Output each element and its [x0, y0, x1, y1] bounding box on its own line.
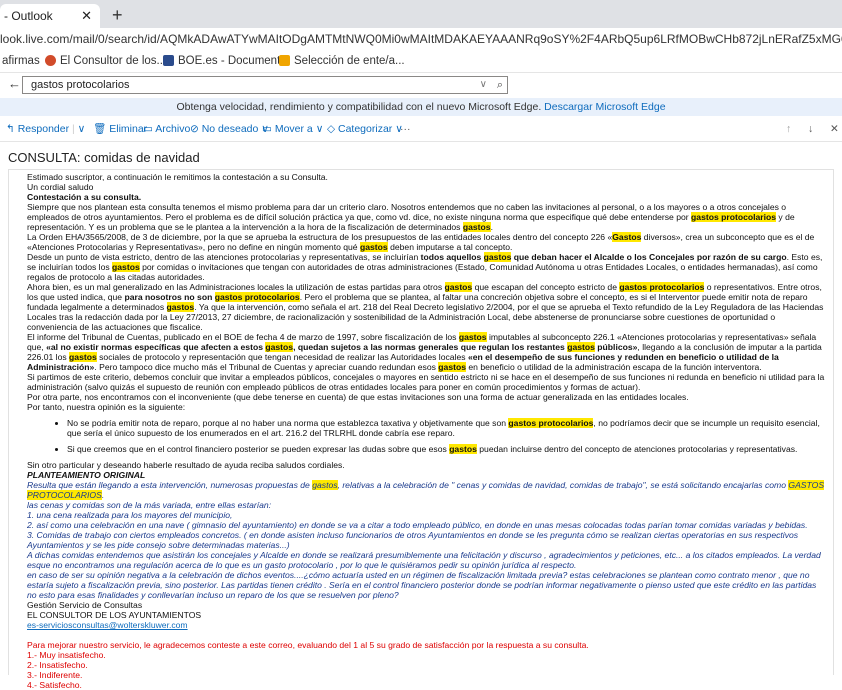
new-tab-button[interactable]: + [112, 4, 123, 26]
categorize-label: Categorizar [338, 123, 393, 135]
junk-label: No deseado [201, 123, 259, 135]
browser-tab-bar: - Outlook ✕ + [0, 0, 842, 28]
close-tab-icon[interactable]: ✕ [81, 4, 92, 28]
message-toolbar: ↰ Responder | ∨ 🗑 Eliminar ▭ Archivo ⊘ N… [0, 117, 842, 142]
categorize-button[interactable]: ◇ Categorizar ∨ [327, 117, 403, 141]
owa-search-row: ← gastos protocolarios ∨ ⌕ [0, 73, 842, 97]
greeting: Estimado suscriptor, a continuación le r… [27, 172, 328, 182]
search-value: gastos protocolarios [31, 79, 130, 91]
delete-label: Eliminar [109, 123, 148, 135]
bookmark-label: El Consultor de los... [60, 55, 167, 67]
rating-option: 2.- Insatisfecho. [27, 660, 88, 670]
paragraph-3: Desde un punto de vista estricto, dentro… [27, 252, 823, 282]
browser-tab[interactable]: - Outlook ✕ [0, 4, 100, 28]
bookmark-consultor[interactable]: El Consultor de los... [45, 50, 166, 72]
signature-email-link[interactable]: es-serviciosconsultas@wolterskluwer.com [27, 620, 827, 630]
paragraph-7: Por otra parte, nos encontramos con el i… [27, 392, 689, 402]
boe-icon [163, 55, 174, 67]
signature-line-1: Gestión Servicio de Consultas [27, 600, 143, 610]
paragraph-2: La Orden EHA/3565/2008, de 3 de diciembr… [27, 232, 815, 252]
folder-icon [279, 55, 290, 67]
bookmark-label: Selección de ente/a... [294, 55, 405, 67]
paragraph-8: Por tanto, nuestra opinión es la siguien… [27, 402, 186, 412]
list-item: Si que creemos que en el control financi… [67, 444, 827, 454]
rating-option: 4.- Satisfecho. [27, 680, 82, 690]
original-heading: PLANTEAMIENTO ORIGINAL [27, 470, 146, 480]
junk-button[interactable]: ⊘ No deseado ∨ [190, 117, 269, 141]
list-item: No se podría emitir nota de reparo, porq… [67, 418, 827, 438]
consultor-icon [45, 55, 56, 67]
reply-label: Responder [17, 123, 70, 135]
bookmark-seleccion[interactable]: Selección de ente/a... [279, 50, 405, 72]
paragraph-1: Siempre que nos plantean esta consulta t… [27, 202, 795, 232]
move-label: Mover a [274, 123, 313, 135]
chevron-down-icon[interactable]: ∨ [480, 77, 487, 93]
survey-text: Para mejorar nuestro servicio, le agrade… [27, 640, 589, 650]
arrow-up-icon[interactable]: ↑ [786, 117, 791, 141]
paragraph-5: El informe del Tribunal de Cuentas, publ… [27, 332, 822, 372]
arrow-down-icon[interactable]: ↓ [808, 117, 813, 141]
edge-banner: Obtenga velocidad, rendimiento y compati… [0, 98, 842, 116]
download-edge-link[interactable]: Descargar Microsoft Edge [544, 101, 665, 113]
reply-button[interactable]: ↰ Responder | ∨ [6, 117, 85, 141]
bookmark-label: BOE.es - Document... [178, 55, 290, 67]
rating-option: 3.- Indiferente. [27, 670, 83, 680]
banner-text: Obtenga velocidad, rendimiento y compati… [176, 101, 542, 113]
salute: Un cordial saludo [27, 182, 94, 192]
email-body: Estimado suscriptor, a continuación le r… [27, 172, 827, 690]
move-to-button[interactable]: ▭ Mover a ∨ [262, 117, 323, 141]
bookmark-boe[interactable]: BOE.es - Document... [163, 50, 290, 72]
paragraph-4: Ahora bien, es un mal generalizado en la… [27, 282, 824, 332]
delete-button[interactable]: 🗑 Eliminar [93, 117, 147, 141]
bookmark-afirmas[interactable]: afirmas [2, 50, 40, 72]
bookmarks-bar: afirmas El Consultor de los... BOE.es - … [0, 50, 842, 73]
close-icon[interactable]: ✕ [830, 117, 839, 141]
archive-label: Archivo [155, 123, 191, 135]
answer-heading: Contestación a su consulta. [27, 192, 142, 202]
tab-title: - Outlook [4, 9, 53, 23]
address-bar[interactable]: look.live.com/mail/0/search/id/AQMkADAwA… [0, 28, 842, 50]
opinion-list: No se podría emitir nota de reparo, porq… [27, 418, 827, 454]
paragraph-6: Si partimos de este criterio, debemos co… [27, 372, 825, 392]
url-text: look.live.com/mail/0/search/id/AQMkADAwA… [0, 32, 842, 46]
signoff: Sin otro particular y deseando haberle r… [27, 460, 345, 470]
back-arrow-icon[interactable]: ← [8, 76, 21, 91]
archive-button[interactable]: ▭ Archivo [143, 117, 190, 141]
rating-option: 1.- Muy insatisfecho. [27, 650, 106, 660]
search-icon[interactable]: ⌕ [497, 77, 503, 93]
email-subject: CONSULTA: comidas de navidad [8, 150, 200, 165]
more-actions-button[interactable]: ··· [400, 117, 411, 141]
original-question: Resulta que están llegando a esta interv… [27, 480, 825, 600]
search-input[interactable]: gastos protocolarios ∨ ⌕ [22, 76, 508, 94]
signature-line-2: EL CONSULTOR DE LOS AYUNTAMIENTOS [27, 610, 202, 620]
